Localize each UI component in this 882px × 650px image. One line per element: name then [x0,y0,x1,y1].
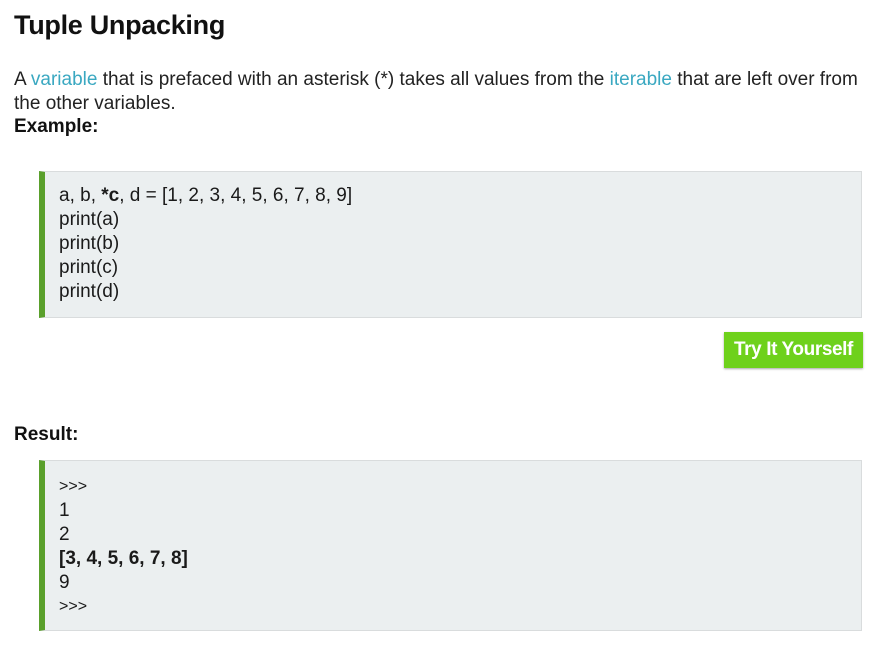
intro-text-1: A [14,69,31,90]
code-line-2: print(a) [59,209,120,230]
output-line-1: 1 [59,500,70,521]
code-line-4: print(c) [59,257,119,278]
output-line-3-bold: [3, 4, 5, 6, 7, 8] [59,548,188,569]
try-it-yourself-button[interactable]: Try It Yourself [724,332,863,368]
page-title: Tuple Unpacking [14,10,226,40]
output-line-4: 9 [59,572,70,593]
example-label: Example: [14,116,99,137]
variable-link[interactable]: variable [31,69,98,90]
intro-text-2: that is prefaced with an asterisk (*) ta… [97,69,610,90]
result-output-block: >>> 1 2 [3, 4, 5, 6, 7, 8] 9 >>> [39,460,862,631]
example-code-block: a, b, *c, d = [1, 2, 3, 4, 5, 6, 7, 8, 9… [39,171,862,318]
result-label: Result: [14,424,79,445]
intro-paragraph: A variable that is prefaced with an aste… [14,68,874,116]
code-line-5: print(d) [59,281,120,302]
code-line-1-a: a, b, [59,185,102,206]
output-line-3: [3, 4, 5, 6, 7, 8] [59,547,861,571]
code-line-3: print(b) [59,233,120,254]
code-line-1-b: , d = [1, 2, 3, 4, 5, 6, 7, 8, 9] [119,185,353,206]
output-prompt-start: >>> [59,478,88,495]
code-line-1: a, b, *c, d = [1, 2, 3, 4, 5, 6, 7, 8, 9… [59,184,861,208]
output-line-2: 2 [59,524,70,545]
output-prompt-end: >>> [59,598,88,615]
iterable-link[interactable]: iterable [610,69,672,90]
code-line-1-star: *c [101,185,120,206]
